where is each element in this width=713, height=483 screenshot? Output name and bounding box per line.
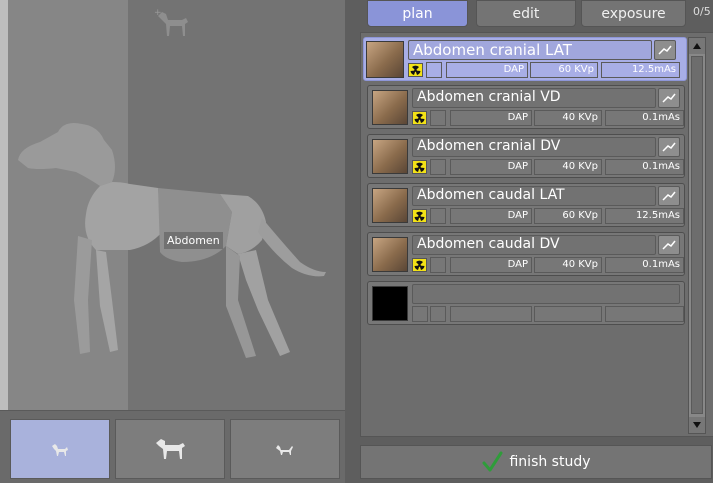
radiation-icon (412, 209, 427, 223)
study-panel: plan edit exposure 0/5 Abdomen cranial L… (345, 0, 713, 483)
exposure-list: Abdomen cranial LAT DAP 60 KVp 12.5mAs A… (360, 32, 713, 437)
radiation-icon (412, 160, 427, 174)
empty-thumbnail (372, 286, 408, 321)
abdomen-region (158, 188, 232, 262)
empty-cell (430, 306, 446, 322)
dap-cell: DAP (450, 208, 532, 224)
edit-icon[interactable] (658, 186, 680, 206)
title-field: Abdomen cranial DV (412, 137, 656, 157)
cat-icon (276, 445, 293, 455)
exposure-settings-row: DAP 60 KVp 12.5mAs (408, 62, 680, 78)
title-field: Abdomen caudal DV (412, 235, 656, 255)
front-leg (74, 236, 92, 354)
region-label: Abdomen (164, 232, 223, 249)
mas-cell: 0.1mAs (605, 257, 684, 273)
exposure-counter: 0/5 (693, 5, 711, 18)
title-field: Abdomen cranial LAT (408, 40, 652, 60)
radiation-icon (412, 111, 427, 125)
exposure-title: Abdomen caudal DV (417, 236, 560, 252)
kvp-cell: 60 KVp (530, 62, 598, 78)
title-field: Abdomen cranial VD (412, 88, 656, 108)
list-item[interactable]: Abdomen caudal DV DAP 40 KVp 0.1mAs (367, 232, 685, 276)
radiation-icon (408, 63, 423, 77)
title-field (412, 284, 680, 304)
species-selector (0, 410, 345, 483)
dap-cell: DAP (450, 257, 532, 273)
dap-cell: DAP (446, 62, 528, 78)
exposure-title: Abdomen cranial DV (417, 138, 561, 154)
species-dog-button[interactable] (10, 419, 110, 479)
tab-edit[interactable]: edit (476, 0, 576, 27)
exposure-thumbnail (372, 139, 408, 174)
exposure-thumbnail (366, 41, 404, 78)
kvp-cell: 40 KVp (534, 159, 602, 175)
list-scrollbar[interactable] (688, 37, 706, 434)
tab-exposure[interactable]: exposure (581, 0, 686, 27)
list-item-selected[interactable]: Abdomen cranial LAT DAP 60 KVp 12.5mAs (363, 37, 687, 81)
edit-icon[interactable] (658, 88, 680, 108)
checkmark-icon (482, 451, 503, 472)
kvp-cell: 60 KVp (534, 208, 602, 224)
list-item[interactable]: Abdomen cranial VD DAP 40 KVp 0.1mAs (367, 85, 685, 129)
empty-cell (430, 110, 446, 126)
mas-cell: 0.1mAs (605, 159, 684, 175)
mas-cell: 12.5mAs (601, 62, 680, 78)
exposure-settings-row: DAP 60 KVp 12.5mAs (412, 208, 684, 224)
anatomy-panel: + Abdomen (0, 0, 345, 483)
kvp-cell: 40 KVp (534, 257, 602, 273)
mas-cell: 0.1mAs (605, 110, 684, 126)
finish-study-label: finish study (509, 454, 591, 470)
exposure-settings-row: DAP 40 KVp 0.1mAs (412, 257, 684, 273)
edit-icon[interactable] (658, 235, 680, 255)
title-field: Abdomen caudal LAT (412, 186, 656, 206)
front-leg (96, 250, 118, 352)
empty-cell (450, 306, 532, 322)
dap-cell: DAP (450, 159, 532, 175)
exposure-thumbnail (372, 237, 408, 272)
empty-cell (605, 306, 684, 322)
exposure-title: Abdomen cranial LAT (413, 41, 572, 59)
exposure-settings-row (412, 306, 684, 322)
scroll-down-icon[interactable] (689, 417, 705, 433)
list-item[interactable]: Abdomen cranial DV DAP 40 KVp 0.1mAs (367, 134, 685, 178)
list-item[interactable]: Abdomen caudal LAT DAP 60 KVp 12.5mAs (367, 183, 685, 227)
finish-study-button[interactable]: finish study (360, 445, 712, 479)
empty-cell (426, 62, 442, 78)
empty-cell (534, 306, 602, 322)
exposure-title: Abdomen caudal LAT (417, 187, 565, 203)
dog-anatomy-diagram[interactable] (0, 0, 345, 412)
tail (258, 218, 326, 277)
exposure-title: Abdomen cranial VD (417, 89, 561, 105)
exposure-settings-row: DAP 40 KVp 0.1mAs (412, 110, 684, 126)
kvp-cell: 40 KVp (534, 110, 602, 126)
exposure-settings-row: DAP 40 KVp 0.1mAs (412, 159, 684, 175)
exposure-thumbnail (372, 90, 408, 125)
species-cat-button[interactable] (230, 419, 340, 479)
empty-cell (412, 306, 428, 322)
edit-icon[interactable] (654, 40, 676, 60)
dog-icon (52, 444, 68, 456)
species-horse-button[interactable] (115, 419, 225, 479)
tab-plan[interactable]: plan (367, 0, 468, 27)
edit-icon[interactable] (658, 137, 680, 157)
scroll-thumb[interactable] (691, 56, 703, 414)
head-region (18, 123, 115, 186)
horse-icon (156, 439, 185, 459)
radiation-icon (412, 258, 427, 272)
empty-cell (430, 159, 446, 175)
dap-cell: DAP (450, 110, 532, 126)
thorax-region (85, 182, 162, 250)
mas-cell: 12.5mAs (605, 208, 684, 224)
empty-cell (430, 208, 446, 224)
scroll-up-icon[interactable] (689, 38, 705, 54)
empty-cell (430, 257, 446, 273)
empty-list-item[interactable] (367, 281, 685, 325)
exposure-thumbnail (372, 188, 408, 223)
